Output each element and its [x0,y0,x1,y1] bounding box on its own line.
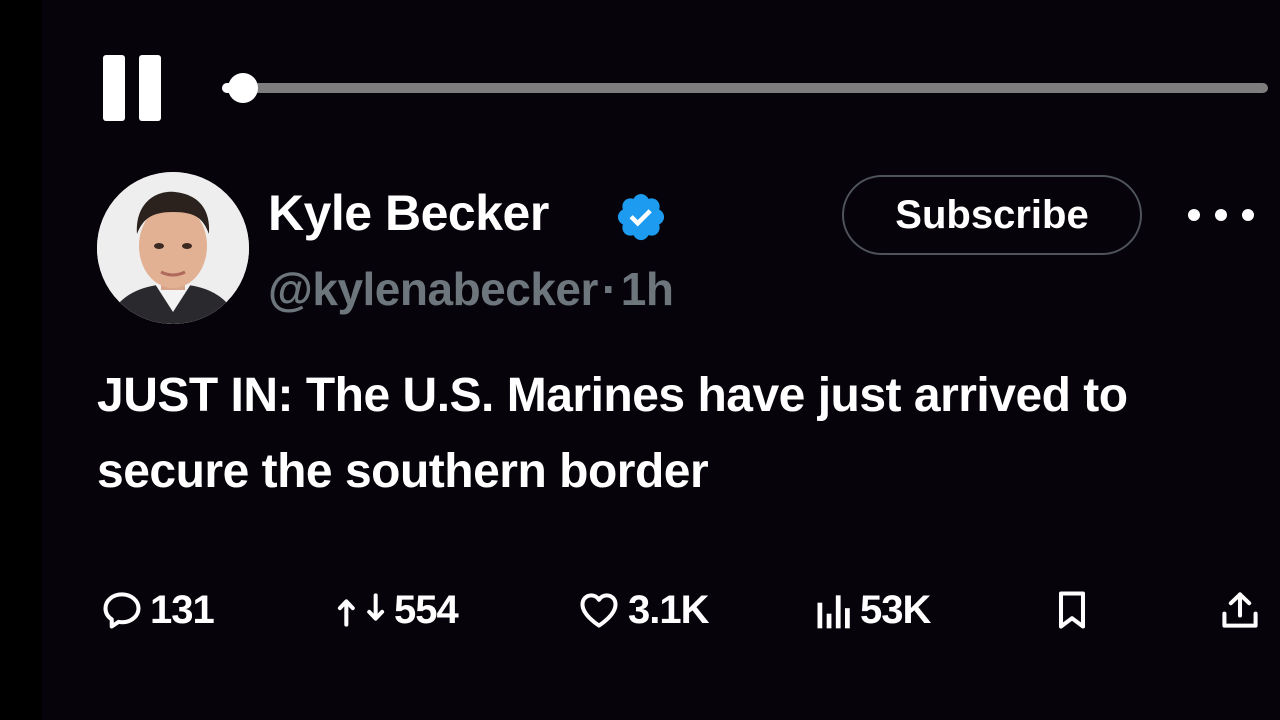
reply-count: 131 [150,587,215,632]
pause-bar-right [139,55,161,121]
tweet-text: JUST IN: The U.S. Marines have just arri… [97,369,1128,498]
letterbox-edge [0,0,42,720]
time-ago[interactable]: 1h [621,263,674,315]
subscribe-button[interactable]: Subscribe [842,175,1142,255]
like-count: 3.1K [628,587,709,632]
views-chart-icon [817,595,850,629]
verified-badge-icon [617,193,665,241]
reply-button[interactable]: 131 [100,585,215,635]
display-name[interactable]: Kyle Becker [268,184,549,242]
video-progress-knob[interactable] [227,73,258,103]
more-options-icon[interactable] [1186,203,1256,227]
bookmark-icon [1058,591,1086,629]
repost-count: 554 [394,587,459,632]
heart-icon [580,593,618,628]
share-button[interactable] [1218,585,1262,635]
bookmark-button[interactable] [1054,585,1090,635]
handle-line: @kylenabecker·1h [268,262,674,316]
reply-icon [103,592,141,629]
avatar[interactable] [97,172,249,324]
views-count: 53K [860,587,931,632]
user-handle[interactable]: @kylenabecker [268,263,598,315]
video-frame: Kyle Becker @kylenabecker·1h Subscribe J… [0,0,1280,720]
like-button[interactable]: 3.1K [576,585,709,635]
pause-icon[interactable] [103,55,161,121]
video-progress-bar[interactable] [222,73,1268,103]
repost-icon [337,593,385,627]
pause-bar-left [103,55,125,121]
views-button[interactable]: 53K [814,585,931,635]
repost-button[interactable]: 554 [334,585,459,635]
handle-separator: · [601,263,617,315]
share-icon [1222,592,1258,628]
